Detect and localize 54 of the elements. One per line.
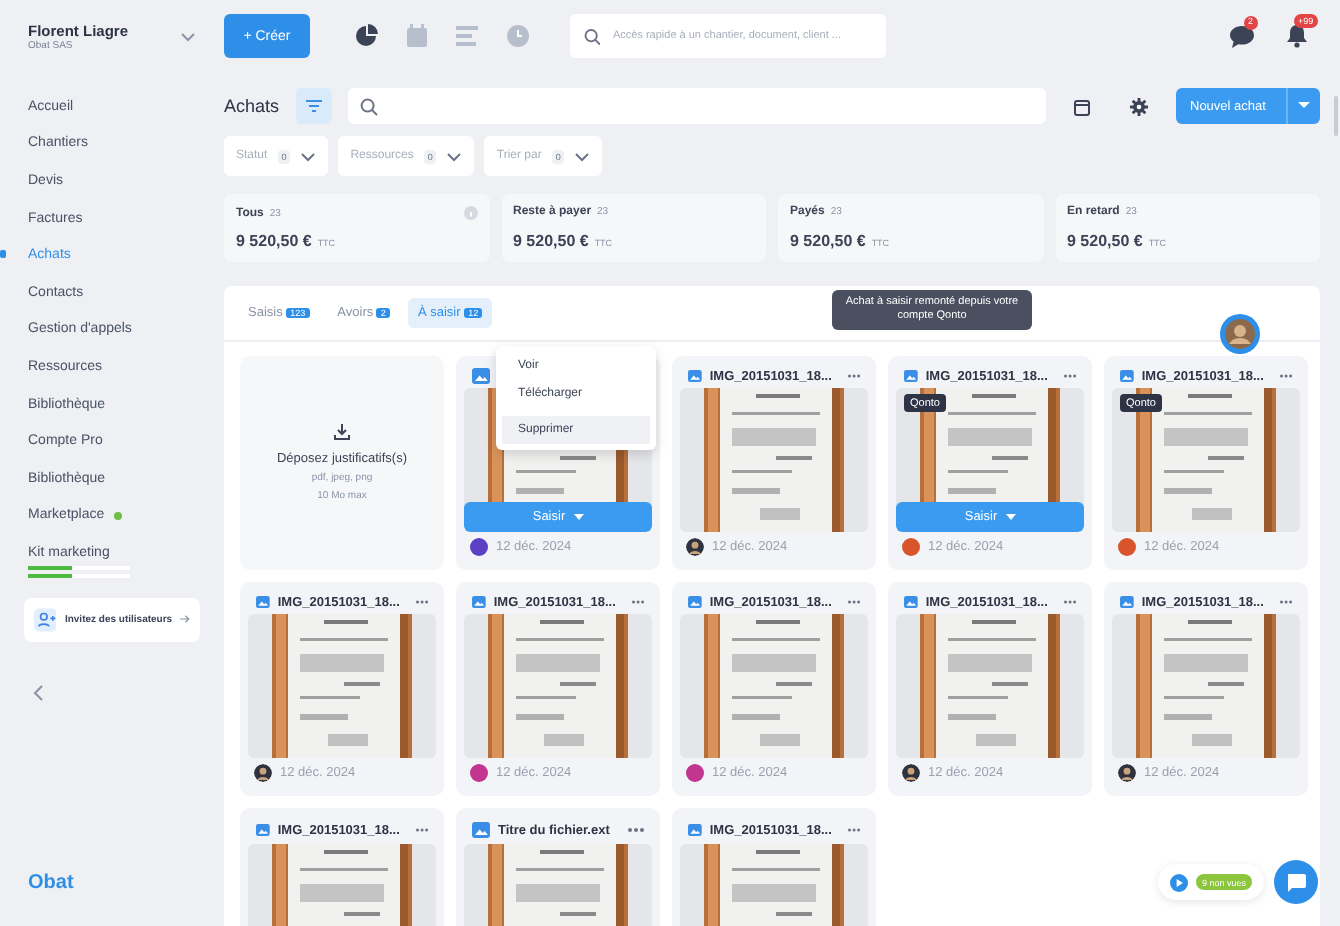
chevron-down-icon bbox=[300, 151, 317, 161]
add-user-icon bbox=[34, 605, 57, 634]
filter-icon[interactable] bbox=[295, 88, 332, 124]
image-icon bbox=[904, 368, 918, 385]
image-icon bbox=[256, 594, 270, 611]
avatar bbox=[902, 764, 920, 783]
search-field[interactable] bbox=[347, 88, 1046, 124]
download-icon bbox=[334, 424, 350, 440]
more-icon[interactable] bbox=[847, 600, 860, 605]
summary-amount: 9 520,50 € bbox=[513, 232, 589, 250]
image-icon bbox=[688, 594, 702, 611]
image-icon bbox=[688, 368, 702, 385]
avatar bbox=[254, 764, 272, 783]
summary-amount: 9 520,50 € bbox=[1067, 232, 1143, 250]
image-icon bbox=[472, 594, 486, 611]
chevron-down-icon bbox=[446, 151, 463, 161]
more-icon[interactable] bbox=[847, 374, 860, 379]
image-icon bbox=[472, 822, 490, 838]
image-icon bbox=[1120, 368, 1134, 385]
caret-icon bbox=[573, 514, 584, 521]
calendar-icon[interactable] bbox=[1074, 97, 1090, 115]
logo: Obat bbox=[28, 872, 76, 894]
search-icon bbox=[359, 97, 378, 115]
page-title: Achats bbox=[224, 96, 280, 116]
play-icon bbox=[1169, 873, 1188, 891]
image-icon bbox=[1120, 594, 1134, 611]
image-icon bbox=[256, 822, 270, 838]
pie-chart-icon[interactable] bbox=[354, 24, 378, 48]
avatar bbox=[686, 538, 704, 557]
summary-amount: 9 520,50 € bbox=[236, 232, 312, 250]
more-icon[interactable] bbox=[631, 600, 644, 605]
collapse-icon[interactable] bbox=[32, 683, 44, 702]
more-icon[interactable] bbox=[1063, 374, 1076, 379]
more-icon[interactable] bbox=[1279, 600, 1292, 605]
bell-icon[interactable] bbox=[1286, 24, 1308, 48]
chat-icon bbox=[1286, 873, 1306, 891]
active-indicator bbox=[0, 250, 6, 259]
chevron-down-icon bbox=[574, 151, 591, 161]
scrollbar-thumb[interactable] bbox=[1334, 96, 1338, 136]
avatar bbox=[1118, 764, 1136, 783]
image-icon bbox=[472, 368, 490, 385]
caret-icon bbox=[1005, 514, 1016, 521]
more-icon[interactable] bbox=[1063, 600, 1076, 605]
chat-icon[interactable] bbox=[1230, 25, 1254, 47]
settings-icon[interactable] bbox=[1130, 97, 1148, 115]
more-icon[interactable] bbox=[415, 600, 428, 605]
arrow-right-icon bbox=[180, 614, 190, 625]
search-icon bbox=[584, 27, 601, 45]
more-icon[interactable] bbox=[1279, 374, 1292, 379]
caret-icon[interactable] bbox=[1298, 102, 1310, 110]
image-icon bbox=[688, 822, 702, 838]
chevron-down-icon[interactable] bbox=[180, 31, 197, 41]
summary-amount: 9 520,50 € bbox=[790, 232, 866, 250]
image-icon bbox=[904, 594, 918, 611]
